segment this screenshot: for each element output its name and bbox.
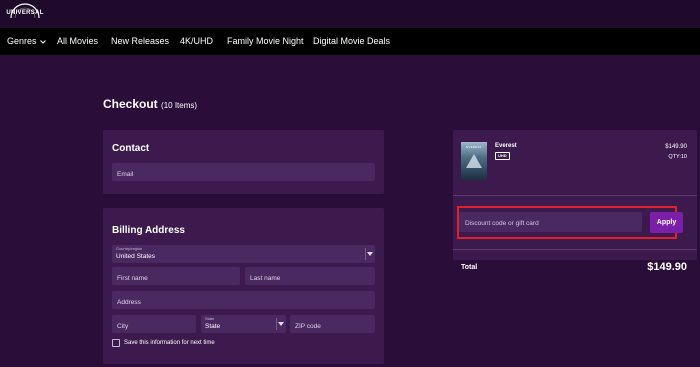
state-select[interactable]: State State [201, 315, 286, 333]
format-badge: UHD [495, 152, 510, 160]
last-name-field[interactable] [245, 267, 375, 288]
state-label: State [205, 316, 215, 321]
discount-input[interactable] [459, 213, 642, 234]
universal-logo[interactable]: UNIVERSAL [5, 2, 45, 24]
state-value: State [205, 323, 221, 330]
checkout-title: Checkout [103, 97, 158, 111]
nav-item-digital-movie-deals[interactable]: Digital Movie Deals [313, 36, 390, 46]
contact-card: Contact [103, 130, 384, 194]
nav-genres-label: Genres [7, 36, 37, 46]
first-name-input[interactable] [112, 269, 240, 288]
main-nav: Genres All Movies New Releases 4K/UHD Fa… [0, 28, 700, 55]
chevron-down-icon [40, 40, 46, 44]
city-input[interactable] [112, 317, 196, 336]
country-label: Country/region [116, 246, 143, 251]
caret-down-icon [367, 252, 373, 256]
save-info-label: Save this information for next time [124, 340, 215, 346]
first-name-field[interactable] [112, 267, 240, 288]
select-divider [276, 318, 277, 330]
total-label: Total [461, 264, 478, 271]
city-field[interactable] [112, 315, 196, 336]
zip-field[interactable] [290, 315, 375, 336]
contact-title: Contact [112, 143, 150, 154]
item-count: (10 Items) [161, 101, 198, 110]
nav-item-4k-uhd[interactable]: 4K/UHD [180, 36, 213, 46]
select-divider [365, 248, 366, 260]
zip-input[interactable] [290, 317, 375, 336]
product-price: $149.90 [665, 144, 687, 150]
logo-text: UNIVERSAL [6, 10, 44, 16]
address-input[interactable] [112, 293, 375, 312]
page-title: Checkout (10 Items) [103, 97, 197, 111]
billing-title: Billing Address [112, 225, 185, 236]
nav-item-genres[interactable]: Genres [7, 36, 46, 46]
product-quantity: QTY:10 [668, 154, 687, 160]
divider [453, 195, 697, 196]
top-bar: UNIVERSAL [0, 0, 700, 28]
country-value: United States [116, 253, 156, 260]
poster-title: EVEREST [466, 145, 482, 149]
order-summary: EVEREST Everest UHD $149.90 QTY:10 Apply… [453, 130, 697, 273]
product-poster: EVEREST [461, 142, 487, 180]
nav-item-new-releases[interactable]: New Releases [111, 36, 169, 46]
discount-field[interactable] [459, 212, 642, 234]
email-field[interactable] [112, 163, 375, 184]
total-value: $149.90 [647, 261, 687, 273]
address-field[interactable] [112, 291, 375, 312]
email-input[interactable] [112, 165, 375, 184]
product-name: Everest [495, 143, 517, 149]
nav-item-family-movie-night[interactable]: Family Movie Night [227, 36, 304, 46]
caret-down-icon [278, 322, 284, 326]
save-info-checkbox[interactable] [112, 339, 120, 347]
mountain-graphic [466, 154, 482, 168]
nav-item-all-movies[interactable]: All Movies [57, 36, 98, 46]
country-select[interactable]: Country/region United States [112, 245, 375, 263]
apply-button[interactable]: Apply [650, 212, 683, 233]
last-name-input[interactable] [245, 269, 375, 288]
divider [453, 249, 697, 250]
